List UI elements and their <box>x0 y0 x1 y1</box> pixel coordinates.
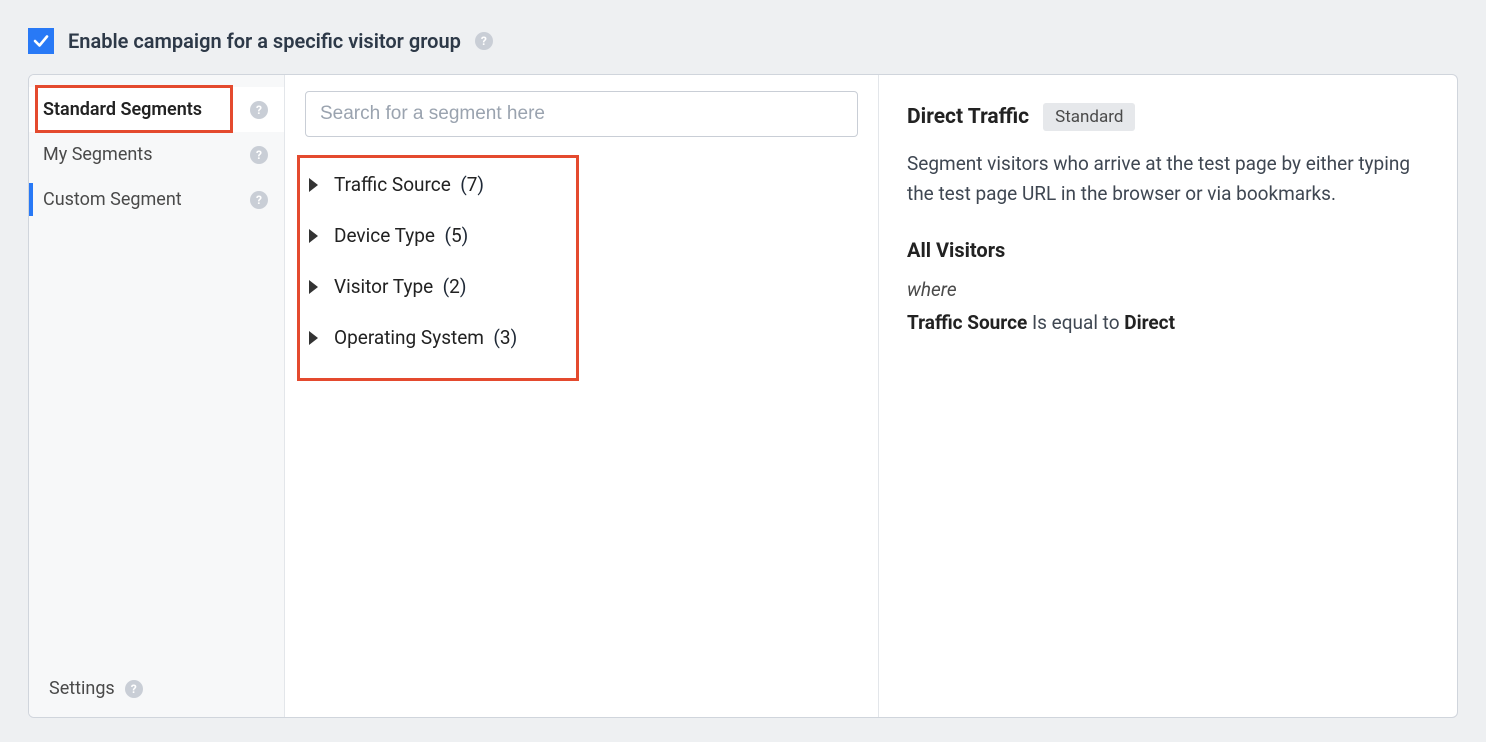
sidebar-settings-label: Settings <box>49 678 115 699</box>
chevron-right-icon <box>309 331 318 345</box>
help-icon[interactable]: ? <box>250 146 268 164</box>
detail-subhead: All Visitors <box>907 238 1429 262</box>
condition-operator: Is equal to <box>1032 311 1120 334</box>
category-count: 5 <box>451 224 462 247</box>
chevron-right-icon <box>309 229 318 243</box>
condition-where: where <box>907 278 1429 301</box>
help-icon[interactable]: ? <box>125 680 143 698</box>
sidebar-item-label: Custom Segment <box>43 189 182 210</box>
sidebar-item-my-segments[interactable]: My Segments ? <box>29 132 284 177</box>
enable-toggle-row: Enable campaign for a specific visitor g… <box>28 28 1458 54</box>
detail-title: Direct Traffic <box>907 105 1029 129</box>
sidebar-item-label: Standard Segments <box>43 99 202 120</box>
segment-detail: Direct Traffic Standard Segment visitors… <box>879 75 1457 717</box>
sidebar-item-label: My Segments <box>43 144 153 165</box>
condition-value: Direct <box>1124 311 1175 334</box>
category-label: Visitor Type <box>334 275 433 298</box>
category-count: 3 <box>500 326 511 349</box>
detail-description: Segment visitors who arrive at the test … <box>907 149 1429 210</box>
category-count: 2 <box>449 275 460 298</box>
sidebar-settings[interactable]: Settings ? <box>29 664 284 705</box>
category-label: Traffic Source <box>334 173 451 196</box>
segment-browser: Traffic Source (7) Device Type (5) Visit… <box>285 75 879 717</box>
detail-header: Direct Traffic Standard <box>907 103 1429 131</box>
help-icon[interactable]: ? <box>250 101 268 119</box>
sidebar-item-custom-segment[interactable]: Custom Segment ? <box>29 177 284 222</box>
check-icon <box>32 32 50 50</box>
help-icon[interactable]: ? <box>250 191 268 209</box>
chevron-right-icon <box>309 178 318 192</box>
segment-type-badge: Standard <box>1043 103 1135 131</box>
condition-field: Traffic Source <box>907 311 1027 334</box>
help-icon[interactable]: ? <box>475 32 493 50</box>
category-traffic-source[interactable]: Traffic Source (7) <box>305 159 858 210</box>
category-list: Traffic Source (7) Device Type (5) Visit… <box>305 159 858 363</box>
category-label: Device Type <box>334 224 435 247</box>
condition-line: Traffic Source Is equal to Direct <box>907 311 1429 334</box>
category-operating-system[interactable]: Operating System (3) <box>305 312 858 363</box>
segments-panel: Standard Segments ? My Segments ? Custom… <box>28 74 1458 718</box>
segments-sidebar: Standard Segments ? My Segments ? Custom… <box>29 75 285 717</box>
enable-checkbox[interactable] <box>28 28 54 54</box>
category-device-type[interactable]: Device Type (5) <box>305 210 858 261</box>
chevron-right-icon <box>309 280 318 294</box>
category-label: Operating System <box>334 326 484 349</box>
category-visitor-type[interactable]: Visitor Type (2) <box>305 261 858 312</box>
enable-label: Enable campaign for a specific visitor g… <box>68 29 461 53</box>
category-count: 7 <box>467 173 478 196</box>
search-input[interactable] <box>305 91 858 137</box>
sidebar-item-standard-segments[interactable]: Standard Segments ? <box>29 87 284 132</box>
